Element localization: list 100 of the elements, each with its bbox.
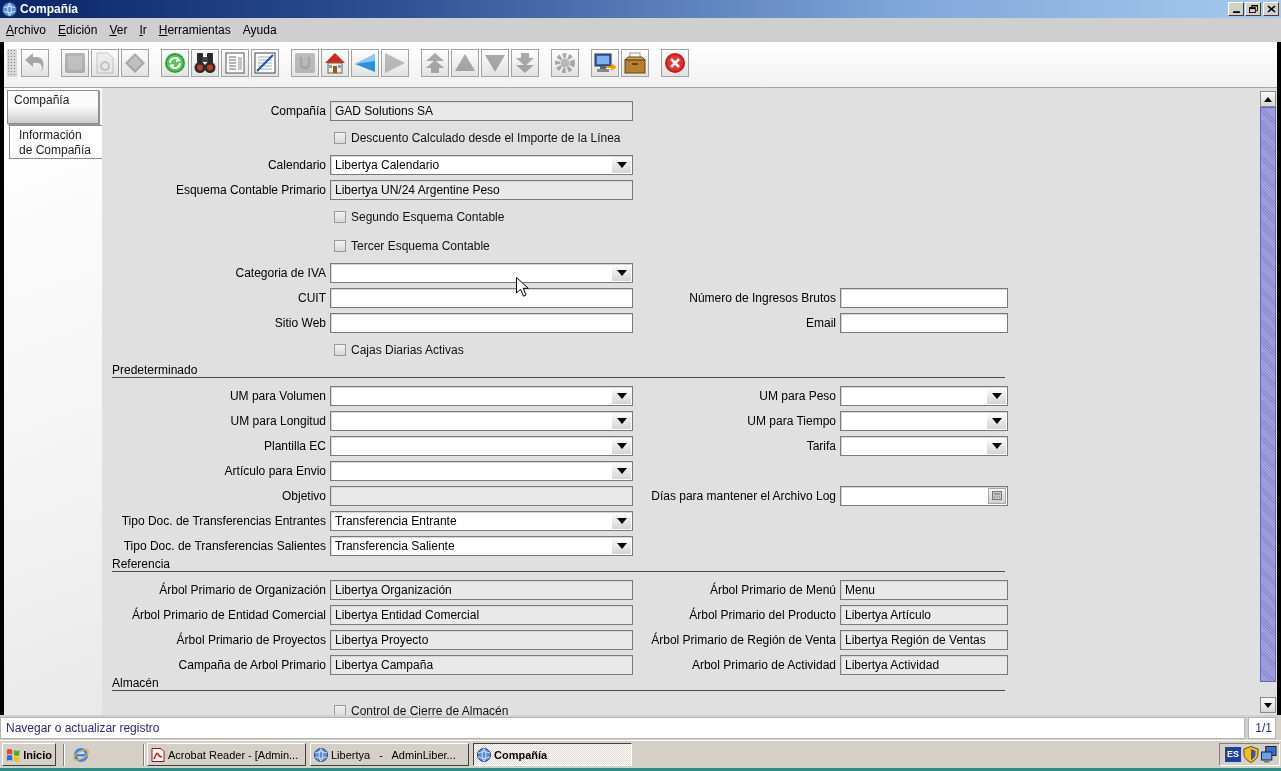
menu-item[interactable]: Edición: [52, 22, 104, 38]
tab[interactable]: Compañía: [7, 90, 99, 124]
read-only-field: Libertya Organización: [330, 579, 633, 600]
scroll-up-button[interactable]: [1260, 91, 1276, 107]
globe-icon: [2, 1, 17, 17]
field-label: UM para Longitud: [230, 413, 326, 428]
taskbar-button[interactable]: Acrobat Reader - [Admin...: [147, 743, 306, 766]
dropdown-button[interactable]: [987, 387, 1006, 404]
field-label: UM para Tiempo: [747, 413, 836, 428]
globe-icon[interactable]: [314, 747, 328, 762]
flag-icon[interactable]: [6, 747, 21, 762]
dropdown-field[interactable]: Transferencia Entrante: [330, 510, 633, 531]
dropdown-button[interactable]: [612, 412, 631, 429]
taskbar-button[interactable]: Compañía: [473, 743, 632, 766]
dropdown-field[interactable]: Transferencia Saliente: [330, 535, 633, 556]
grip-icon[interactable]: [7, 49, 17, 77]
dropdown-field[interactable]: [840, 410, 1008, 431]
checkbox[interactable]: [334, 239, 346, 252]
calculator-icon[interactable]: [992, 491, 1002, 500]
dropdown-button[interactable]: [612, 462, 631, 479]
field-label: Tipo Doc. de Transferencias Salientes: [123, 538, 326, 553]
start-button[interactable]: Inicio: [2, 743, 56, 766]
caret-icon[interactable]: [616, 392, 627, 399]
status-message: Navegar o actualizar registro: [6, 721, 160, 735]
dropdown-button[interactable]: [612, 437, 631, 454]
field-label: UM para Volumen: [229, 388, 326, 403]
checkbox[interactable]: [334, 343, 346, 356]
cursor-icon: [516, 277, 529, 297]
shield-icon[interactable]: [1243, 746, 1259, 763]
caret-icon[interactable]: [616, 442, 627, 449]
field-label: Número de Ingresos Brutos: [689, 290, 836, 305]
dropdown-field[interactable]: [330, 460, 633, 481]
field-label: Árbol Primario de Proyectos: [176, 632, 326, 647]
down-arrow-icon[interactable]: [1264, 702, 1272, 708]
checkbox-label: Cajas Diarias Activas: [351, 342, 464, 357]
field-label: Árbol Primario de Entidad Comercial: [131, 607, 326, 622]
caret-icon[interactable]: [616, 269, 627, 276]
dropdown-field[interactable]: Libertya Calendario: [330, 154, 633, 175]
caret-icon[interactable]: [991, 417, 1002, 424]
caret-icon[interactable]: [616, 161, 627, 168]
field-label: Árbol Primario de Región de Venta: [651, 632, 836, 647]
dropdown-button[interactable]: [987, 437, 1006, 454]
dropdown-button[interactable]: [612, 537, 631, 554]
checkbox[interactable]: [334, 131, 346, 144]
dropdown-button[interactable]: [612, 512, 631, 529]
section-title: Predeterminado: [112, 364, 198, 377]
dropdown-field[interactable]: [840, 385, 1008, 406]
taskbar-button[interactable]: Libertya - AdminLiber...: [310, 743, 469, 766]
text-field[interactable]: [330, 312, 633, 333]
field-label: Objetivo: [281, 488, 326, 503]
field-label: Compañía: [270, 103, 326, 118]
up-arrow-icon[interactable]: [1264, 96, 1272, 102]
dropdown-field[interactable]: [330, 435, 633, 456]
read-only-field: Libertya Artículo: [840, 604, 1008, 625]
number-field[interactable]: [840, 485, 1008, 506]
field-label: UM para Peso: [759, 388, 836, 403]
field-label: Campaña de Arbol Primario: [178, 657, 326, 672]
field-label: CUIT: [298, 290, 326, 305]
document-icon[interactable]: [151, 747, 165, 762]
caret-icon[interactable]: [616, 542, 627, 549]
checkbox[interactable]: [334, 704, 346, 715]
section-title: Almacén: [112, 677, 159, 690]
field-label: Sitio Web: [274, 315, 326, 330]
read-only-field: GAD Solutions SA: [330, 100, 633, 121]
text-field[interactable]: [840, 312, 1008, 333]
scroll-down-button[interactable]: [1260, 697, 1276, 713]
text-field[interactable]: [840, 287, 1008, 308]
caret-icon[interactable]: [991, 392, 1002, 399]
dropdown-button[interactable]: [612, 264, 631, 281]
caret-icon[interactable]: [616, 517, 627, 524]
language-indicator[interactable]: ES: [1225, 747, 1241, 762]
read-only-field: Libertya Región de Ventas: [840, 629, 1008, 650]
text-field[interactable]: [330, 287, 633, 308]
calculator-button[interactable]: [988, 487, 1006, 504]
record-counter: 1/1: [1248, 717, 1276, 739]
caret-icon[interactable]: [616, 467, 627, 474]
computer-icon[interactable]: [1261, 746, 1277, 763]
globe-icon[interactable]: [477, 747, 491, 762]
caret-icon[interactable]: [616, 417, 627, 424]
caret-icon[interactable]: [991, 442, 1002, 449]
dropdown-button[interactable]: [612, 156, 631, 173]
menu-item[interactable]: Ayuda: [236, 22, 283, 38]
dropdown-field[interactable]: [330, 262, 633, 283]
read-only-field: Libertya Proyecto: [330, 629, 633, 650]
checkbox[interactable]: [334, 210, 346, 223]
menu-item[interactable]: Archivo: [0, 22, 53, 38]
dropdown-button[interactable]: [612, 387, 631, 404]
read-only-field: Libertya Campaña: [330, 654, 633, 675]
dropdown-field[interactable]: [330, 385, 633, 406]
dropdown-field[interactable]: [330, 410, 633, 431]
read-only-field: Libertya Actividad: [840, 654, 1008, 675]
dropdown-button[interactable]: [987, 412, 1006, 429]
menu-item[interactable]: Ir: [133, 22, 153, 38]
checkbox-label: Tercer Esquema Contable: [351, 238, 490, 253]
dropdown-field[interactable]: [840, 435, 1008, 456]
menu-item[interactable]: Ver: [103, 22, 134, 38]
field-label: Artículo para Envio: [224, 463, 326, 478]
checkbox-label: Segundo Esquema Contable: [351, 209, 505, 224]
menu-item[interactable]: Herramientas: [152, 22, 237, 38]
tab[interactable]: Información de Compañía: [9, 125, 102, 159]
